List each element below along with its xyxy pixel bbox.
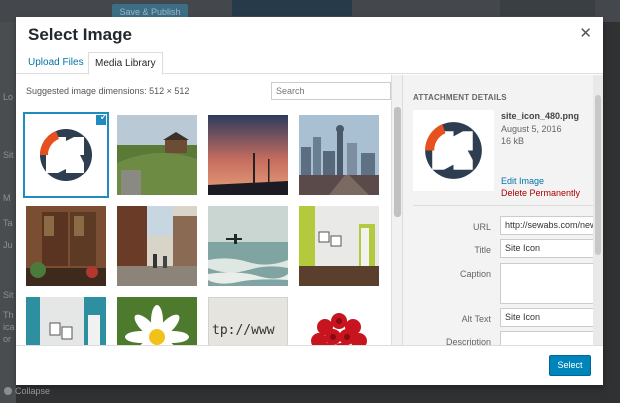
select-button[interactable]: Select — [549, 355, 591, 376]
modal-title: Select Image — [28, 25, 132, 44]
scrollbar-thumb[interactable] — [595, 95, 601, 255]
caption-field[interactable] — [500, 263, 595, 304]
backdrop-text: Sit — [3, 290, 14, 300]
attachment-thumb[interactable] — [208, 115, 288, 195]
wooden-doors-image — [26, 206, 106, 286]
attachment-thumb[interactable] — [208, 206, 288, 286]
description-label: Description — [445, 337, 491, 345]
details-scrollbar[interactable] — [593, 75, 603, 345]
green-room-image — [299, 206, 379, 286]
delete-permanently-link[interactable]: Delete Permanently — [501, 188, 580, 198]
close-icon[interactable]: ✕ — [579, 24, 592, 42]
attachment-details-heading: ATTACHMENT DETAILS — [413, 93, 507, 102]
title-label: Title — [474, 245, 491, 255]
scrollbar-thumb[interactable] — [394, 107, 401, 217]
modal-toolbar: Select — [16, 345, 603, 385]
attachment-details-panel: ATTACHMENT DETAILS site_icon_480.png Aug… — [402, 75, 603, 345]
attachment-thumb[interactable] — [117, 206, 197, 286]
backdrop-text: Th — [3, 310, 14, 320]
attachment-preview — [413, 110, 494, 191]
backdrop-text: M — [3, 193, 11, 203]
alt-text-field[interactable]: Site Icon — [500, 308, 595, 327]
attachment-thumb[interactable] — [26, 297, 106, 345]
typewriter-text: tp://www — [212, 323, 275, 338]
sunset-image — [208, 115, 288, 195]
grassy-hill-image — [117, 115, 197, 195]
attachment-thumb[interactable] — [26, 206, 106, 286]
divider — [413, 205, 593, 206]
backdrop-text: Sit — [3, 150, 14, 160]
browser-scrollbar[interactable] — [391, 75, 402, 345]
beach-surfer-image — [208, 206, 288, 286]
site-icon-logo — [26, 115, 106, 195]
backdrop-text: Ta — [3, 218, 13, 228]
alt-text-label: Alt Text — [461, 314, 491, 324]
tab-upload-files[interactable]: Upload Files — [22, 52, 90, 75]
url-label: URL — [472, 222, 491, 232]
attachment-date: August 5, 2016 — [501, 124, 562, 134]
media-modal: Select Image ✕ Upload Files Media Librar… — [16, 17, 603, 385]
daisy-image — [117, 297, 197, 345]
collapse-label: Collapse — [15, 386, 51, 396]
teal-wall-image — [26, 297, 106, 345]
attachment-thumb[interactable] — [117, 297, 197, 345]
city-skyline-image — [299, 115, 379, 195]
backdrop-text: Lo — [3, 92, 14, 102]
description-field[interactable] — [500, 331, 595, 345]
backdrop-text: Ju — [3, 240, 13, 250]
attachment-thumb[interactable] — [299, 206, 379, 286]
attachment-thumb[interactable]: tp://www — [208, 297, 288, 345]
selected-check-icon[interactable]: ✓ — [96, 115, 106, 125]
title-field[interactable]: Site Icon — [500, 239, 595, 258]
edit-image-link[interactable]: Edit Image — [501, 176, 544, 186]
suggested-dimensions: Suggested image dimensions: 512 × 512 — [26, 86, 190, 96]
backdrop-photo — [232, 0, 352, 16]
site-icon-logo — [413, 110, 494, 191]
media-browser: Suggested image dimensions: 512 × 512 ✓ — [16, 75, 402, 345]
attachment-thumb[interactable] — [299, 297, 379, 345]
backdrop-text: or — [3, 334, 12, 344]
url-field[interactable]: http://sewabs.com/new/w — [500, 216, 595, 235]
attachment-thumb[interactable]: ✓ — [26, 115, 106, 195]
attachment-thumb[interactable] — [117, 115, 197, 195]
media-tabs: Upload Files Media Library — [16, 50, 603, 75]
attachment-filesize: 16 kB — [501, 136, 525, 146]
collapse-menu: Collapse — [4, 386, 50, 396]
attachment-thumb[interactable] — [299, 115, 379, 195]
search-input[interactable] — [271, 82, 391, 100]
backdrop-photo — [500, 0, 595, 16]
caption-label: Caption — [459, 269, 491, 279]
attachment-filename: site_icon_480.png — [501, 111, 580, 121]
red-roses-image — [299, 297, 379, 345]
village-street-image — [117, 206, 197, 286]
backdrop-text: ica — [3, 322, 15, 332]
tab-media-library[interactable]: Media Library — [88, 52, 163, 75]
admin-sidebar — [0, 22, 16, 403]
collapse-icon — [4, 387, 12, 395]
